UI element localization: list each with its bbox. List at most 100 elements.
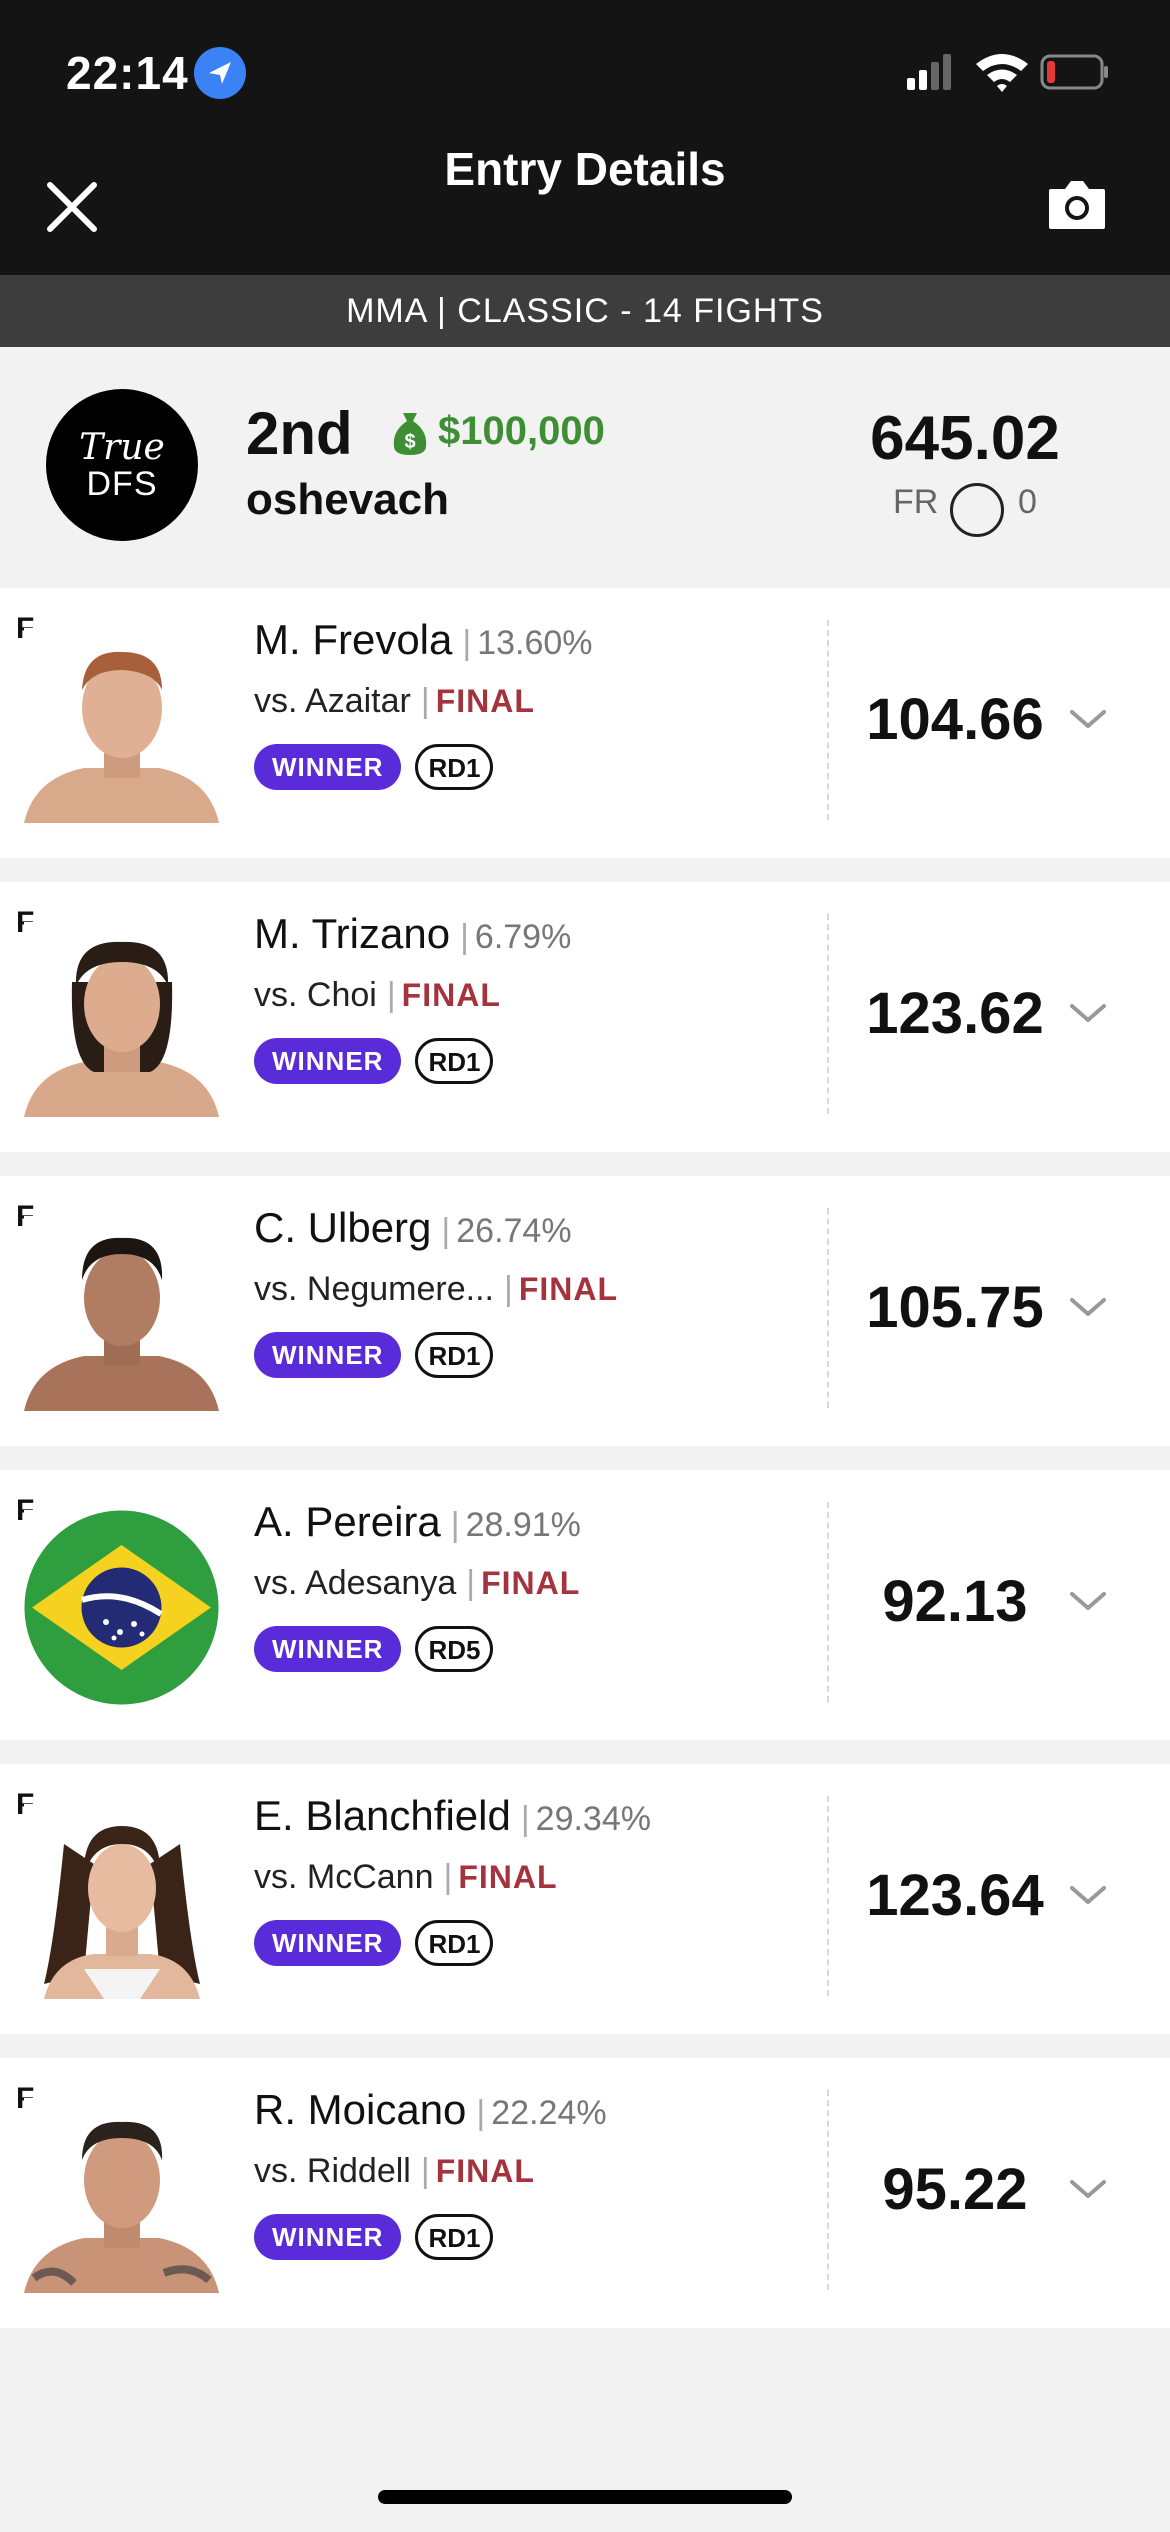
divider (827, 620, 829, 820)
fighter-points: 105.75 (866, 1275, 1044, 1340)
fight-status: FINAL (401, 977, 501, 1013)
lineup-row[interactable]: F C. Ulberg|26.74% vs. Negumere...|FINAL… (0, 1176, 1170, 1446)
fight-status: FINAL (435, 683, 535, 719)
status-time: 22:14 (66, 47, 189, 99)
chevron-down-icon[interactable] (1066, 1292, 1110, 1322)
lineup-row[interactable]: F A. Pereira|28.91% vs. Adesanya|FINAL W… (0, 1470, 1170, 1740)
separator: | (386, 976, 396, 1014)
logo-text-bottom: DFS (86, 465, 158, 503)
opponent: vs. Negumere... (254, 1270, 494, 1308)
location-arrow-icon (194, 47, 246, 99)
prize-amount: $100,000 (438, 409, 605, 453)
round-badge: RD1 (415, 1332, 494, 1378)
fighter-name: M. Frevola (254, 616, 453, 663)
round-badge: RD5 (415, 1626, 494, 1672)
separator: | (441, 1212, 451, 1250)
total-points: 645.02 (870, 404, 1060, 473)
opponent: vs. Riddell (254, 2152, 411, 2190)
fight-status: FINAL (518, 1271, 619, 1307)
winner-badge: WINNER (254, 2214, 402, 2260)
fighter-name: R. Moicano (254, 2086, 467, 2133)
fighter-points: 95.22 (882, 2157, 1028, 2222)
fighter-name: E. Blanchfield (254, 1792, 511, 1839)
separator: | (420, 2152, 430, 2190)
winner-badge: WINNER (254, 1038, 402, 1084)
fighter-name: A. Pereira (254, 1498, 441, 1545)
ownership-percent: 22.24% (491, 2094, 607, 2132)
svg-text:$: $ (404, 431, 415, 453)
fighter-points: 92.13 (882, 1569, 1028, 1634)
money-bag-icon: $ (390, 409, 430, 457)
fighter-photo (24, 1804, 219, 1999)
opponent: vs. Azaitar (254, 682, 411, 720)
winner-badge: WINNER (254, 1920, 402, 1966)
fr-label: FR (893, 483, 939, 521)
ownership-percent: 26.74% (456, 1212, 572, 1250)
entry-rank: 2nd (246, 400, 353, 467)
round-badge: RD1 (415, 1920, 494, 1966)
contest-info-bar: MMA | CLASSIC - 14 FIGHTS (0, 275, 1170, 347)
fighter-photo (24, 1216, 219, 1411)
separator: | (503, 1270, 513, 1308)
divider (827, 914, 829, 1114)
chevron-down-icon[interactable] (1066, 1586, 1110, 1616)
fr-count: 0 (1018, 483, 1037, 521)
lineup-row[interactable]: F E. Blanchfield|29.34% vs. McCann|FINAL… (0, 1764, 1170, 2034)
ownership-percent: 13.60% (477, 624, 593, 662)
separator: | (443, 1858, 453, 1896)
round-badge: RD1 (415, 1038, 494, 1084)
separator: | (520, 1800, 530, 1838)
separator: | (450, 1506, 460, 1544)
camera-button[interactable] (1045, 177, 1109, 233)
chevron-down-icon[interactable] (1066, 2174, 1110, 2204)
winner-badge: WINNER (254, 1332, 402, 1378)
divider (827, 1502, 829, 1702)
fighter-points: 123.62 (866, 981, 1044, 1046)
fighter-photo (24, 2098, 219, 2293)
wifi-icon (973, 50, 1031, 94)
divider (827, 1796, 829, 1996)
fight-status: FINAL (435, 2153, 535, 2189)
home-indicator[interactable] (378, 2490, 792, 2504)
ownership-percent: 29.34% (535, 1800, 651, 1838)
divider (827, 2090, 829, 2290)
page-title: Entry Details (444, 143, 726, 195)
winner-badge: WINNER (254, 744, 402, 790)
separator: | (466, 1564, 476, 1602)
fight-status: FINAL (481, 1565, 581, 1601)
opponent: vs. McCann (254, 1858, 434, 1896)
brazil-flag-icon (24, 1510, 219, 1705)
camera-icon (1049, 181, 1105, 229)
fight-status: FINAL (458, 1859, 558, 1895)
fighter-name: C. Ulberg (254, 1204, 432, 1251)
lineup-row[interactable]: F M. Trizano|6.79% vs. Choi|FINAL WINNER… (0, 882, 1170, 1152)
fighter-photo (24, 922, 219, 1117)
close-button[interactable] (40, 175, 104, 239)
separator: | (462, 624, 472, 662)
fighter-name: M. Trizano (254, 910, 451, 957)
opponent: vs. Adesanya (254, 1564, 457, 1602)
top-bar: 22:14 Entry Details (0, 0, 1170, 275)
separator: | (476, 2094, 486, 2132)
logo-text-top: True (79, 427, 165, 468)
lineup-row[interactable]: F R. Moicano|22.24% vs. Riddell|FINAL WI… (0, 2058, 1170, 2328)
cellular-signal-icon (905, 52, 955, 92)
separator: | (420, 682, 430, 720)
fighter-photo (24, 628, 219, 823)
chevron-down-icon[interactable] (1066, 704, 1110, 734)
truedfs-logo: True DFS (46, 389, 198, 541)
round-badge: RD1 (415, 744, 494, 790)
lineup-row[interactable]: F M. Frevola|13.60% vs. Azaitar|FINAL WI… (0, 588, 1170, 858)
ownership-percent: 28.91% (465, 1506, 581, 1544)
separator: | (460, 918, 469, 956)
fr-circle-icon (950, 483, 1004, 537)
close-icon (47, 182, 97, 232)
chevron-down-icon[interactable] (1066, 1880, 1110, 1910)
fighter-points: 104.66 (866, 687, 1044, 752)
ownership-percent: 6.79% (474, 918, 572, 956)
round-badge: RD1 (415, 2214, 494, 2260)
winner-badge: WINNER (254, 1626, 402, 1672)
username: oshevach (246, 475, 449, 524)
divider (827, 1208, 829, 1408)
chevron-down-icon[interactable] (1066, 998, 1110, 1028)
